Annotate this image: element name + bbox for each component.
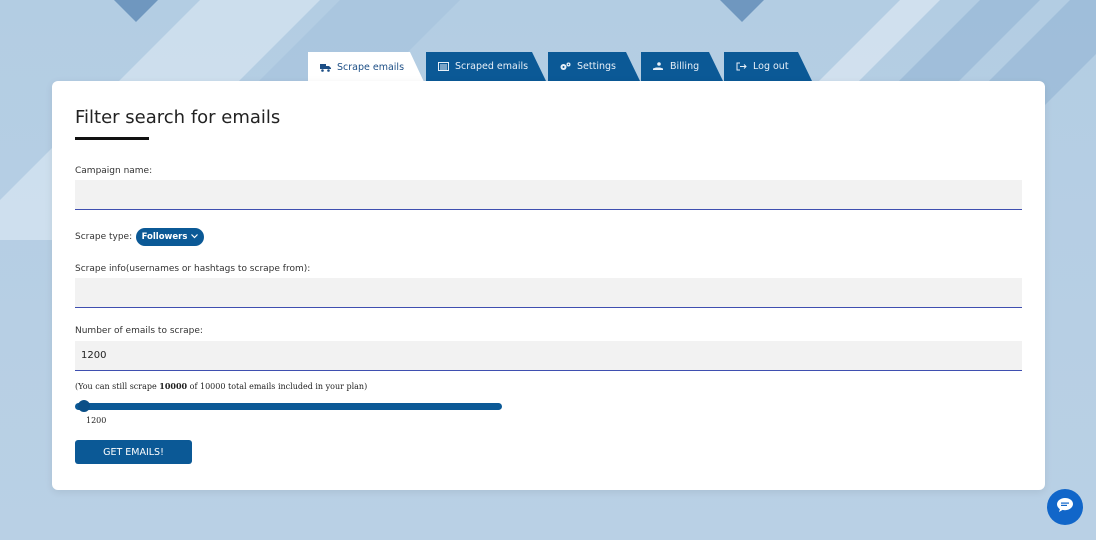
tab-settings[interactable]: Settings <box>548 52 640 81</box>
email-count-label: Number of emails to scrape: <box>75 326 203 336</box>
tab-label: Log out <box>753 61 789 72</box>
scrape-type-select[interactable]: Followers <box>136 228 204 246</box>
plan-note-prefix: (You can still scrape <box>75 382 160 391</box>
tab-label: Settings <box>577 61 616 72</box>
sign-out-icon <box>736 62 747 71</box>
title-underline <box>75 137 149 140</box>
truck-icon <box>320 63 331 72</box>
chat-bubble-icon <box>1056 497 1074 517</box>
filter-card: Filter search for emails Campaign name: … <box>52 81 1045 490</box>
plan-note-remaining: 10000 <box>159 381 188 391</box>
scrape-type-value: Followers <box>141 232 188 242</box>
tab-label: Scrape emails <box>337 61 405 73</box>
slider-handle[interactable] <box>78 400 90 412</box>
campaign-name-label: Campaign name: <box>75 166 153 176</box>
get-emails-button[interactable]: GET EMAILS! <box>75 440 192 464</box>
tab-log-out[interactable]: Log out <box>724 52 812 81</box>
tab-billing[interactable]: Billing <box>641 52 723 81</box>
tab-scrape-emails[interactable]: Scrape emails <box>308 52 424 82</box>
decor-triangle <box>114 0 158 22</box>
campaign-name-input[interactable] <box>75 180 1022 210</box>
email-count-slider[interactable] <box>75 403 502 410</box>
slider-value: 1200 <box>86 416 107 425</box>
plan-note: (You can still scrape 10000 of 10000 tot… <box>75 381 367 391</box>
tab-scraped-emails[interactable]: Scraped emails <box>426 52 546 81</box>
scrape-info-label: Scrape info(usernames or hashtags to scr… <box>75 264 311 274</box>
decor-triangle <box>720 0 764 22</box>
plan-note-suffix: of 10000 total emails included in your p… <box>187 382 368 391</box>
tab-label: Scraped emails <box>455 61 529 72</box>
email-count-input[interactable] <box>75 341 1022 371</box>
chevron-down-icon <box>191 232 199 242</box>
gears-icon <box>560 62 571 71</box>
page-title: Filter search for emails <box>75 107 281 128</box>
scrape-type-label: Scrape type: <box>75 232 133 242</box>
tab-label: Billing <box>670 61 700 72</box>
hand-coin-icon <box>653 62 664 71</box>
chat-button[interactable] <box>1047 489 1083 525</box>
list-icon <box>438 62 449 71</box>
scrape-info-input[interactable] <box>75 278 1022 308</box>
